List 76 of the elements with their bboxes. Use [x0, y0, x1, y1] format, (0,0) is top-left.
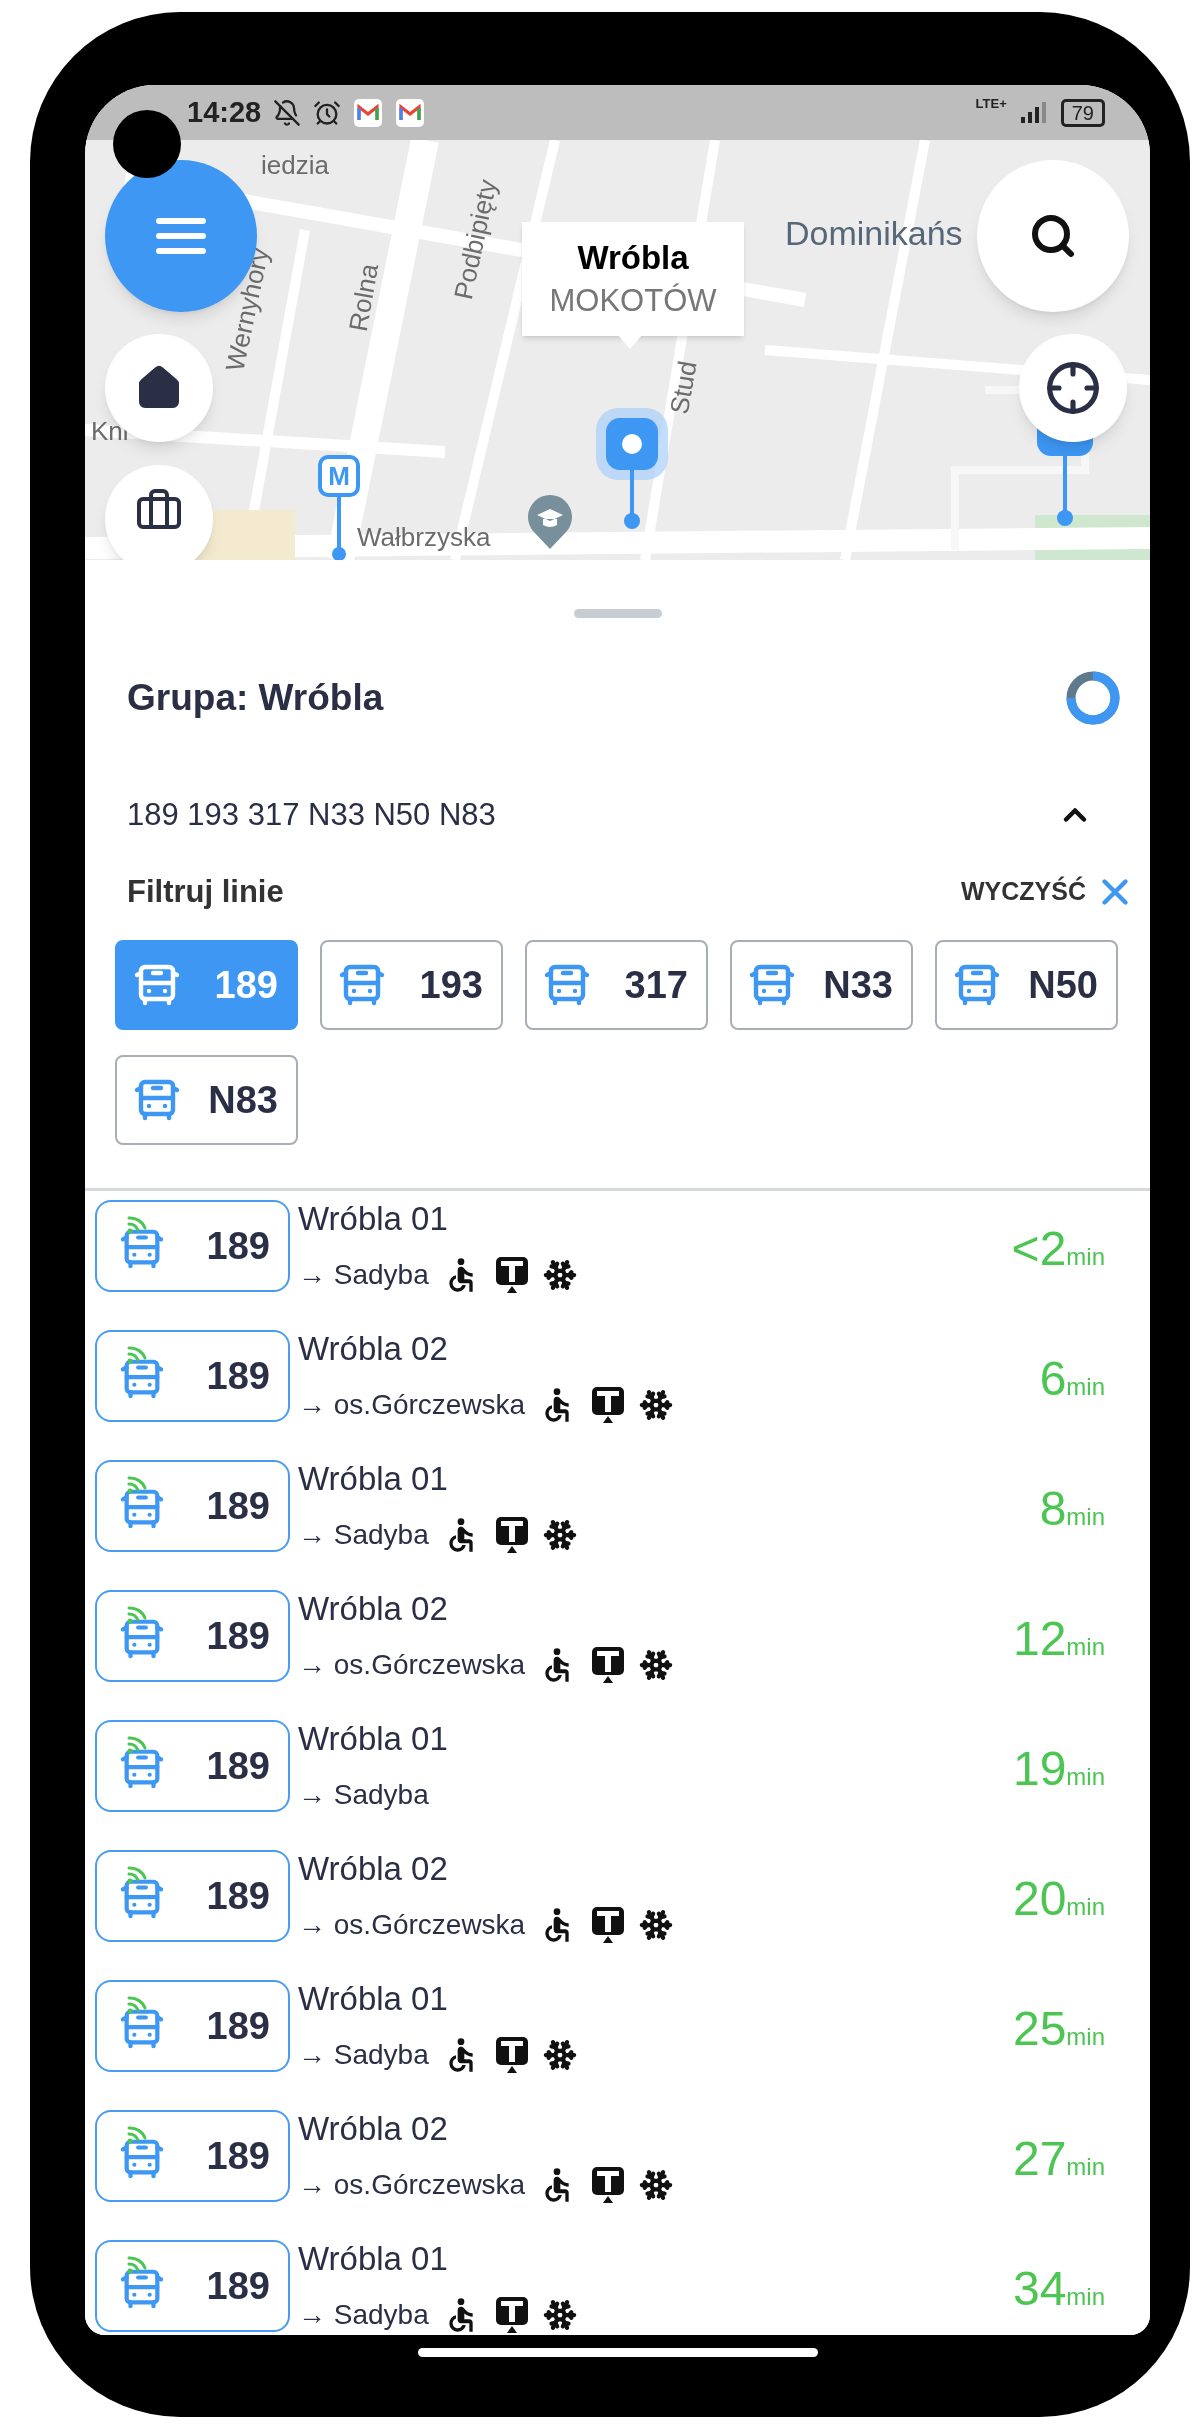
street-label: Wałbrzyska	[357, 521, 491, 554]
stop-name: Wróbla 01	[298, 1459, 449, 1499]
direction-text: → os.Górczewska	[298, 1648, 526, 1682]
alarm-icon	[313, 98, 342, 127]
arrival-time: 27min	[1012, 2131, 1105, 2187]
line-filter-chip[interactable]: 317	[525, 940, 708, 1030]
departure-row[interactable]: 189 Wróbla 02 → os.Górczewska 6min	[85, 1321, 1150, 1451]
line-badge[interactable]: 189	[95, 1460, 290, 1552]
stop-name: Wróbla 01	[298, 2239, 449, 2279]
stop-name: Wróbla 01	[298, 1719, 448, 1759]
line-badge[interactable]: 189	[95, 1590, 290, 1682]
direction-text: → os.Górczewska	[298, 1908, 526, 1942]
line-badge[interactable]: 189	[95, 2110, 290, 2202]
arrival-time: 25min	[1012, 2001, 1105, 2057]
stop-name: Wróbla 01	[298, 1199, 449, 1239]
mail-app-icon	[353, 97, 384, 128]
departure-row[interactable]: 189 Wróbla 01 → Sadyba 19min	[85, 1711, 1150, 1841]
clear-filter-button[interactable]: WYCZYŚĆ	[961, 871, 1136, 913]
departure-row[interactable]: 189 Wróbla 01 → Sadyba 8min	[85, 1451, 1150, 1581]
metro-marker: M	[318, 455, 360, 497]
departure-row[interactable]: 189 Wróbla 01 → Sadyba 25min	[85, 1971, 1150, 2101]
lines-summary: 189 193 317 N33 N50 N83	[127, 795, 496, 834]
line-badge[interactable]: 189	[95, 1200, 290, 1292]
muted-bell-icon	[273, 98, 302, 127]
stop-name: Wróbla 02	[298, 2109, 449, 2149]
departure-row[interactable]: 189 Wróbla 01 → Sadyba 34min	[85, 2231, 1150, 2335]
direction-text: → Sadyba	[298, 1258, 429, 1292]
street-label: Dominikańs	[785, 213, 963, 254]
menu-icon	[156, 218, 206, 254]
street-label: Stud	[662, 357, 704, 418]
drag-handle[interactable]	[573, 608, 662, 618]
popup-stop-name: Wróbla	[577, 238, 689, 278]
target-icon	[1045, 360, 1101, 416]
network-type: LTE+	[975, 97, 1007, 110]
group-title: Grupa: Wróbla	[127, 675, 384, 720]
direction-text: → os.Górczewska	[298, 2168, 526, 2202]
line-filter-chip[interactable]: N50	[935, 940, 1118, 1030]
direction-text: → os.Górczewska	[298, 1388, 526, 1422]
departure-row[interactable]: 189 Wróbla 01 → Sadyba <2min	[85, 1191, 1150, 1321]
line-filter-chip[interactable]: N33	[730, 940, 913, 1030]
line-badge[interactable]: 189	[95, 1850, 290, 1942]
departure-row[interactable]: 189 Wróbla 02 → os.Górczewska 27min	[85, 2101, 1150, 2231]
arrival-time: 19min	[1012, 1741, 1105, 1797]
line-badge[interactable]: 189	[95, 1980, 290, 2072]
arrival-time: 20min	[1012, 1871, 1105, 1927]
arrival-time: 12min	[1012, 1611, 1105, 1667]
school-marker-icon	[525, 495, 575, 551]
stop-name: Wróbla 02	[298, 1329, 449, 1369]
line-badge[interactable]: 189	[95, 1720, 290, 1812]
direction-text: → Sadyba	[298, 1778, 429, 1812]
line-badge[interactable]: 189	[95, 2240, 290, 2332]
arrival-time: 6min	[1039, 1351, 1105, 1407]
direction-text: → Sadyba	[298, 1518, 429, 1552]
departure-row[interactable]: 189 Wróbla 02 → os.Górczewska 12min	[85, 1581, 1150, 1711]
battery-level: 79	[1060, 98, 1105, 127]
filter-label: Filtruj linie	[127, 872, 284, 911]
stop-name: Wróbla 02	[298, 1589, 449, 1629]
direction-text: → Sadyba	[298, 2038, 429, 2072]
direction-text: → Sadyba	[298, 2298, 429, 2332]
stop-name: Wróbla 01	[298, 1979, 449, 2019]
street-label: Rolna	[341, 260, 386, 335]
popup-district: MOKOTÓW	[549, 282, 717, 320]
stop-name: Wróbla 02	[298, 1849, 449, 1889]
line-badge[interactable]: 189	[95, 1330, 290, 1422]
search-icon	[1029, 212, 1077, 260]
arrival-time: <2min	[1011, 1221, 1105, 1277]
signal-icon	[1018, 100, 1049, 125]
street-label: iedzia	[261, 149, 329, 182]
line-filter-chip[interactable]: 193	[320, 940, 503, 1030]
arrival-time: 34min	[1012, 2261, 1105, 2317]
departure-row[interactable]: 189 Wróbla 02 → os.Górczewska 20min	[85, 1841, 1150, 1971]
line-filter-chip[interactable]: N83	[115, 1055, 298, 1145]
status-time: 14:28	[187, 94, 262, 130]
metro-marker-stem-icon	[331, 496, 347, 560]
mail-app-icon	[395, 97, 426, 128]
arrival-time: 8min	[1039, 1481, 1105, 1537]
